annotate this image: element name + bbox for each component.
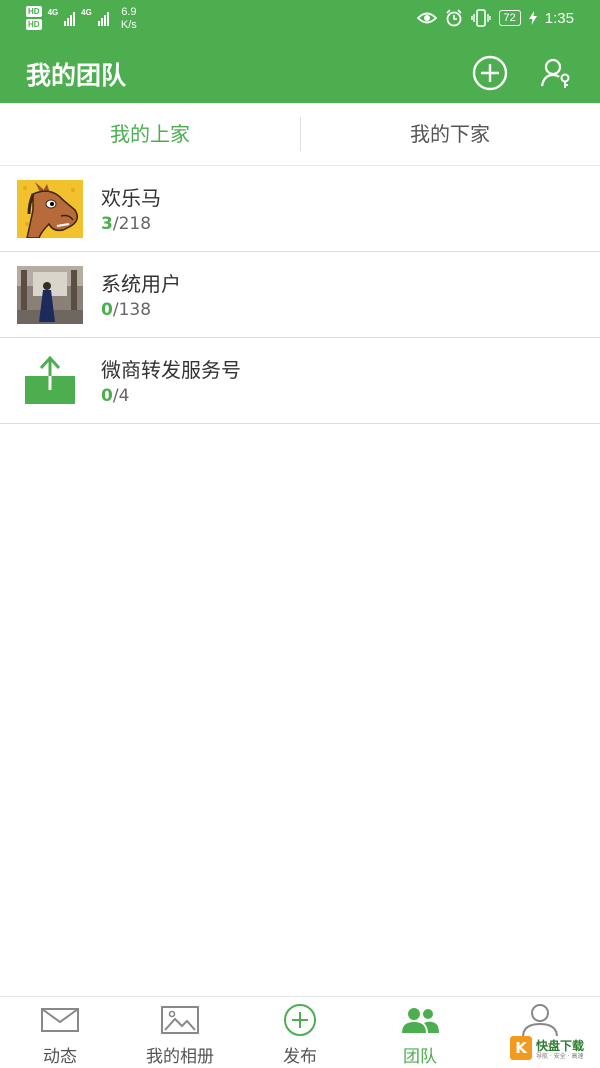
vibrate-icon xyxy=(470,9,491,27)
status-bar: HD HD 4G 4G 6.9 K/s 72 1:35 xyxy=(0,0,600,40)
tab-downline[interactable]: 我的下家 xyxy=(300,103,600,165)
add-team-button[interactable] xyxy=(472,55,508,91)
plus-circle-icon xyxy=(284,1004,316,1036)
nav-item-feed[interactable]: 动态 xyxy=(0,997,120,1068)
watermark-tagline: 导航 · 安全 · 高速 xyxy=(536,1053,584,1060)
network-type-2: 4G xyxy=(81,8,92,17)
nav-item-album[interactable]: 我的相册 xyxy=(120,997,240,1068)
image-icon xyxy=(161,1006,199,1034)
tab-upline[interactable]: 我的上家 xyxy=(0,103,300,165)
member-count: 0/138 xyxy=(101,300,151,320)
alarm-icon xyxy=(445,9,462,27)
plus-circle-icon xyxy=(472,55,508,91)
avatar xyxy=(17,266,83,324)
nav-item-publish[interactable]: 发布 xyxy=(240,997,360,1068)
watermark-logo-icon: K xyxy=(510,1036,532,1060)
nav-label: 发布 xyxy=(283,1047,317,1067)
network-speed: 6.9 K/s xyxy=(121,6,137,32)
team-icon xyxy=(402,1008,439,1033)
upload-icon xyxy=(25,355,75,404)
count-total: /218 xyxy=(112,214,152,234)
envelope-icon xyxy=(41,1008,79,1032)
member-name: 系统用户 xyxy=(101,272,181,296)
charging-icon xyxy=(528,11,537,25)
nav-item-team[interactable]: 团队 xyxy=(360,997,480,1068)
horse-avatar-icon xyxy=(17,180,83,238)
list-item[interactable]: 系统用户 0/138 xyxy=(0,252,600,338)
nav-label: 动态 xyxy=(43,1047,77,1067)
member-count: 3/218 xyxy=(101,214,151,234)
status-right: 72 1:35 xyxy=(416,9,574,27)
eye-icon xyxy=(416,12,437,24)
member-count: 0/4 xyxy=(101,386,129,406)
app-bar: 我的团队 xyxy=(0,40,600,103)
profile-icon xyxy=(522,1004,558,1037)
battery-indicator: 72 xyxy=(498,10,521,26)
count-current: 0 xyxy=(101,386,113,406)
list-item[interactable]: 微商转发服务号 0/4 xyxy=(0,338,600,424)
page-title: 我的团队 xyxy=(26,61,127,90)
count-current: 3 xyxy=(101,214,113,234)
count-total: /4 xyxy=(112,386,130,406)
hd-badge-2: HD xyxy=(26,19,42,30)
signal-icon xyxy=(97,8,109,26)
member-name: 微商转发服务号 xyxy=(101,358,241,382)
signal-icon xyxy=(64,8,76,26)
avatar xyxy=(17,352,83,410)
member-list: 欢乐马 3/218 系统用户 0/138 微商转发服务号 0/4 xyxy=(0,166,600,424)
hd-badge-1: HD xyxy=(26,6,42,17)
status-left: HD HD 4G 4G 6.9 K/s xyxy=(26,6,137,32)
count-total: /138 xyxy=(112,300,152,320)
tab-bar: 我的上家 我的下家 xyxy=(0,103,600,166)
list-item[interactable]: 欢乐马 3/218 xyxy=(0,166,600,252)
clock: 1:35 xyxy=(544,9,574,27)
speed-unit: K/s xyxy=(120,19,137,31)
nav-label: 团队 xyxy=(403,1047,437,1067)
user-settings-button[interactable] xyxy=(538,55,574,91)
user-key-icon xyxy=(540,58,570,88)
avatar xyxy=(17,180,83,238)
network-type-1: 4G xyxy=(47,8,59,17)
speed-value: 6.9 xyxy=(121,6,137,18)
watermark: K 快盘下载 导航 · 安全 · 高速 xyxy=(508,1036,598,1062)
nav-label: 我的相册 xyxy=(146,1047,214,1067)
count-current: 0 xyxy=(101,300,113,320)
person-photo-icon xyxy=(17,266,83,324)
member-name: 欢乐马 xyxy=(101,186,161,210)
hd-indicators: HD HD xyxy=(26,6,42,30)
